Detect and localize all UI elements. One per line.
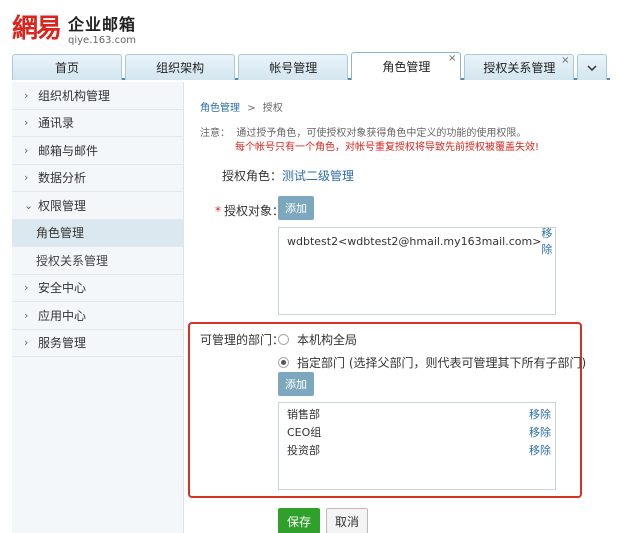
tab-org-structure[interactable]: 组织架构 bbox=[125, 54, 236, 80]
role-value-link[interactable]: 测试二级管理 bbox=[282, 169, 354, 183]
tab-home[interactable]: 首页 bbox=[12, 54, 123, 80]
brand-logo: 網易 企业邮箱 qiye.163.com bbox=[12, 6, 136, 46]
tab-authorization-management[interactable]: 授权关系管理 × bbox=[464, 54, 575, 80]
remove-link[interactable]: 移除 bbox=[529, 424, 551, 440]
logo-mark: 網易 bbox=[12, 14, 62, 44]
radio-icon bbox=[278, 334, 289, 345]
list-item: CEO组 移除 bbox=[287, 424, 551, 440]
role-row: 授权角色：测试二级管理 bbox=[222, 169, 355, 183]
add-target-button[interactable]: 添加 bbox=[278, 196, 314, 220]
radio-dept-all[interactable]: 本机构全局 bbox=[278, 331, 357, 348]
chevron-right-icon: › bbox=[24, 116, 29, 130]
list-item: 销售部 移除 bbox=[287, 406, 551, 422]
sidebar-item-analytics[interactable]: › 数据分析 bbox=[12, 165, 183, 192]
close-icon[interactable]: × bbox=[448, 54, 456, 64]
dept-list: 销售部 移除 CEO组 移除 投资部 移除 bbox=[278, 402, 556, 490]
list-item: wdbtest2<wdbtest2@hmail.my163mail.com> 移… bbox=[287, 227, 553, 256]
chevron-right-icon: › bbox=[24, 336, 29, 350]
sidebar: › 组织机构管理 › 通讯录 › 邮箱与邮件 › 数据分析 ⌄ 权限管理 角色管理 授权关… bbox=[12, 82, 184, 533]
chevron-down-icon: ⌄ bbox=[24, 198, 34, 212]
tab-role-management[interactable]: 角色管理 × bbox=[351, 52, 462, 80]
add-dept-button[interactable]: 添加 bbox=[278, 372, 314, 396]
close-icon[interactable]: × bbox=[561, 56, 569, 66]
remove-link[interactable]: 移除 bbox=[529, 406, 551, 422]
breadcrumb: 角色管理 > 授权 bbox=[200, 103, 283, 114]
chevron-right-icon: › bbox=[24, 171, 29, 185]
save-button[interactable]: 保存 bbox=[278, 508, 320, 533]
cancel-button[interactable]: 取消 bbox=[326, 508, 368, 533]
radio-selected-icon bbox=[278, 357, 289, 368]
chevron-down-icon bbox=[587, 64, 597, 71]
notice: 注意： 通过授予角色，可使授权对象获得角色中定义的功能的使用权限。 每个帐号只有… bbox=[200, 128, 540, 153]
sidebar-item-mail[interactable]: › 邮箱与邮件 bbox=[12, 137, 183, 165]
sidebar-subitem-role-management[interactable]: 角色管理 bbox=[12, 219, 183, 247]
breadcrumb-role-management[interactable]: 角色管理 bbox=[200, 103, 240, 114]
logo-title: 企业邮箱 bbox=[68, 15, 137, 34]
chevron-right-icon: › bbox=[24, 308, 29, 322]
tab-bar: 首页 组织架构 帐号管理 角色管理 × 授权关系管理 × bbox=[12, 52, 610, 80]
sidebar-item-permissions[interactable]: ⌄ 权限管理 bbox=[12, 192, 183, 220]
tab-account-management[interactable]: 帐号管理 bbox=[238, 54, 349, 80]
radio-dept-specific[interactable]: 指定部门 (选择父部门，则代表可管理其下所有子部门) bbox=[278, 354, 586, 371]
chevron-right-icon: › bbox=[24, 281, 29, 295]
tab-more-button[interactable] bbox=[577, 54, 607, 80]
sidebar-subitem-authorization[interactable]: 授权关系管理 bbox=[12, 247, 183, 275]
breadcrumb-current: 授权 bbox=[262, 103, 283, 114]
sidebar-item-services[interactable]: › 服务管理 bbox=[12, 330, 183, 357]
sidebar-item-security[interactable]: › 安全中心 bbox=[12, 275, 183, 302]
remove-link[interactable]: 移除 bbox=[529, 442, 551, 458]
list-item: 投资部 移除 bbox=[287, 442, 551, 458]
dept-label: 可管理的部门： bbox=[200, 333, 285, 347]
chevron-right-icon: › bbox=[24, 88, 29, 102]
sidebar-item-contacts[interactable]: › 通讯录 bbox=[12, 110, 183, 137]
target-list: wdbtest2<wdbtest2@hmail.my163mail.com> 移… bbox=[278, 227, 556, 315]
remove-link[interactable]: 移除 bbox=[541, 225, 552, 257]
main-panel: 角色管理 > 授权 注意： 通过授予角色，可使授权对象获得角色中定义的功能的使用… bbox=[184, 82, 640, 533]
logo-domain: qiye.163.com bbox=[68, 35, 137, 46]
sidebar-item-apps[interactable]: › 应用中心 bbox=[12, 302, 183, 330]
chevron-right-icon: › bbox=[24, 143, 29, 157]
notice-warning: 每个帐号只有一个角色，对帐号重复授权将导致先前授权被覆盖失效! bbox=[235, 142, 540, 153]
target-label: * 授权对象： bbox=[215, 204, 285, 218]
sidebar-item-org[interactable]: › 组织机构管理 bbox=[12, 82, 183, 110]
